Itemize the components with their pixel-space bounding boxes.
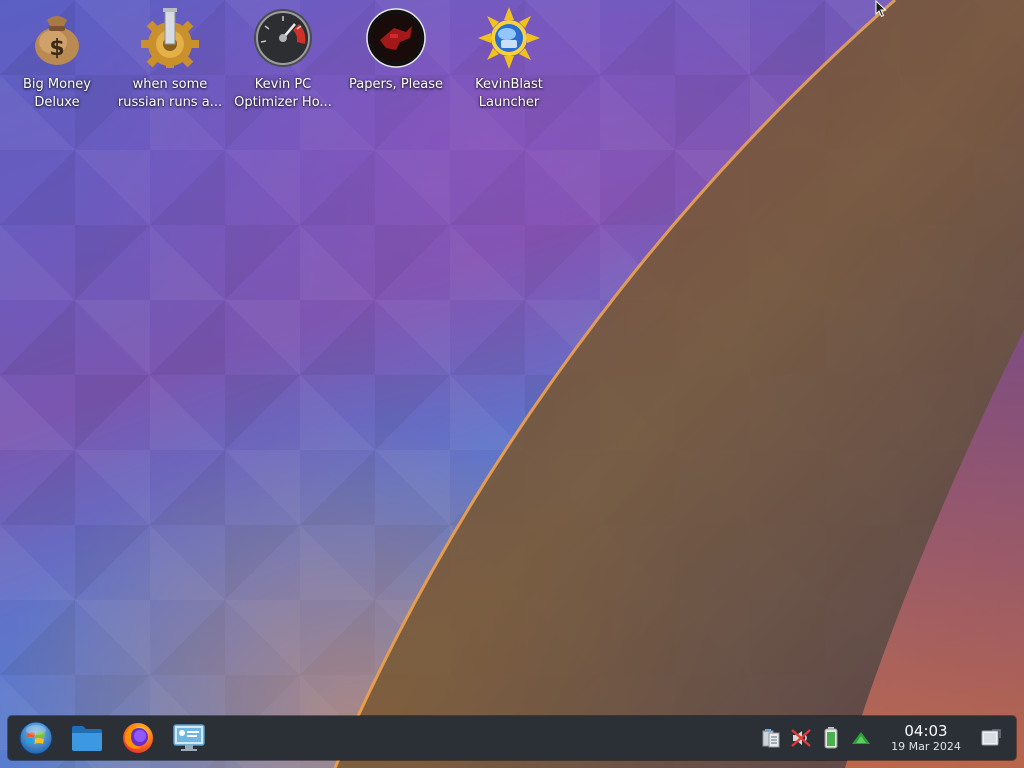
desktop-icon-kevin-pc-optimizer[interactable]: Kevin PC Optimizer Ho... — [227, 6, 339, 112]
folder-icon — [72, 726, 102, 751]
audio-muted-tray[interactable] — [790, 727, 812, 749]
desktop-icon-label: Big Money Deluxe — [22, 77, 91, 110]
digital-clock[interactable]: 04:03 19 Mar 2024 — [886, 721, 966, 754]
show-desktop-button[interactable] — [980, 727, 1002, 749]
wallpaper-sweep — [0, 0, 1024, 768]
sun-disc-icon — [477, 6, 541, 70]
mouse-cursor-icon — [875, 0, 887, 22]
desktop-icon-when-some-russian[interactable]: when some russian runs a... — [114, 6, 226, 112]
svg-text:$: $ — [49, 36, 64, 61]
network-tray[interactable] — [850, 727, 872, 749]
desktop-icon-papers-please[interactable]: Papers, Please — [340, 6, 452, 94]
firefox-launcher[interactable] — [116, 718, 160, 758]
battery-tray[interactable] — [820, 727, 842, 749]
speedometer-icon — [251, 6, 315, 70]
gear-piston-icon — [138, 6, 202, 70]
desktop-icon-label: Kevin PC Optimizer Ho... — [234, 77, 332, 110]
task-manager — [14, 718, 218, 758]
clipboard-icon — [762, 729, 780, 748]
show-desktop-icon — [981, 729, 1001, 746]
desktop-icon-kevinblast-launcher[interactable]: KevinBlast Launcher — [453, 6, 565, 112]
firefox-icon — [123, 723, 153, 753]
money-bag-icon: $ — [25, 6, 89, 70]
file-manager-launcher[interactable] — [65, 718, 109, 758]
desktop-icon-label: when some russian runs a... — [117, 77, 223, 110]
desktop-icon-label: KevinBlast Launcher — [475, 77, 543, 110]
battery-icon — [824, 727, 838, 749]
speaker-muted-icon — [791, 729, 811, 747]
start-menu-button[interactable] — [14, 718, 58, 758]
network-triangle-icon — [852, 732, 870, 744]
windows-orb-icon — [19, 721, 53, 755]
clock-time: 04:03 — [904, 721, 948, 740]
clock-date: 19 Mar 2024 — [891, 739, 961, 753]
settings-monitor-icon — [173, 724, 205, 751]
papers-please-icon — [364, 6, 428, 70]
desktop[interactable]: $ Big Money Deluxe when some russian run… — [0, 0, 1024, 768]
clipboard-tray[interactable] — [760, 727, 782, 749]
system-tray: 04:03 19 Mar 2024 — [756, 716, 1016, 760]
system-settings-launcher[interactable] — [167, 718, 211, 758]
taskbar: 04:03 19 Mar 2024 — [8, 716, 1016, 760]
desktop-icon-label: Papers, Please — [348, 77, 444, 92]
desktop-icon-big-money-deluxe[interactable]: $ Big Money Deluxe — [1, 6, 113, 112]
